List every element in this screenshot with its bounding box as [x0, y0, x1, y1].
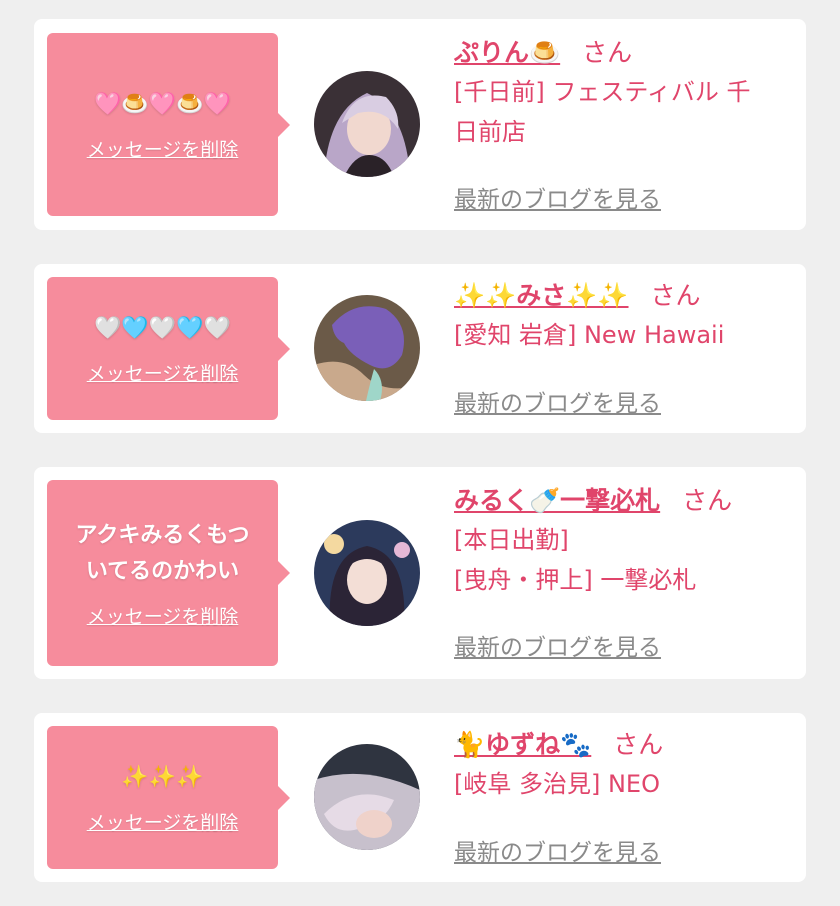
honorific: さん — [682, 486, 733, 515]
avatar[interactable] — [314, 520, 420, 626]
card-info: ぷりん🍮 さん [千日前] フェスティバル 千 日前店 — [454, 36, 790, 152]
girl-name-link[interactable]: ぷりん🍮 — [454, 38, 560, 67]
message-card: 🤍🩵🤍🩵🤍 メッセージを削除 ✨✨みさ✨✨ さん [愛知 岩倉] New Hawa… — [34, 264, 806, 433]
message-bubble: 🤍🩵🤍🩵🤍 メッセージを削除 — [47, 277, 290, 420]
message-bubble: アクキみるくもつ いてるのかわい メッセージを削除 — [47, 480, 290, 666]
girl-name-link[interactable]: みるく🍼一撃必札 — [454, 486, 660, 515]
shop-line: [本日出勤] — [454, 526, 569, 554]
avatar[interactable] — [314, 71, 420, 177]
message-line: いてるのかわい — [85, 558, 240, 584]
message-bubble: ✨✨✨ メッセージを削除 — [47, 726, 290, 869]
card-info: 🐈ゆずね🐾 さん [岐阜 多治見] NEO — [454, 728, 790, 804]
honorific: さん — [582, 38, 633, 67]
latest-blog-link[interactable]: 最新のブログを見る — [454, 384, 661, 418]
girl-name-link[interactable]: ✨✨みさ✨✨ — [454, 281, 629, 310]
honorific: さん — [613, 730, 664, 759]
card-info: みるく🍼一撃必札 さん [本日出勤] [曳舟・押上] 一撃必札 — [454, 484, 790, 600]
avatar[interactable] — [314, 744, 420, 850]
delete-message-link[interactable]: メッセージを削除 — [87, 359, 239, 386]
latest-blog-link[interactable]: 最新のブログを見る — [454, 833, 661, 867]
message-line: アクキみるくもつ — [75, 522, 250, 548]
latest-blog-link[interactable]: 最新のブログを見る — [454, 628, 661, 662]
shop-line: [千日前] フェスティバル 千 — [454, 78, 751, 106]
latest-blog-link[interactable]: 最新のブログを見る — [454, 180, 661, 214]
message-card: ✨✨✨ メッセージを削除 🐈ゆずね🐾 さん [岐阜 多治見] NEO 最新のブログ… — [34, 713, 806, 882]
delete-message-link[interactable]: メッセージを削除 — [87, 135, 239, 162]
delete-message-link[interactable]: メッセージを削除 — [87, 808, 239, 835]
message-text: アクキみるくもつ いてるのかわい — [75, 518, 249, 590]
message-text: ✨✨✨ — [121, 765, 204, 790]
shop-line: [曳舟・押上] 一撃必札 — [454, 566, 697, 594]
shop-name: [岐阜 多治見] NEO — [454, 764, 790, 804]
honorific: さん — [650, 281, 701, 310]
shop-name: [千日前] フェスティバル 千 日前店 — [454, 72, 790, 152]
shop-name: [本日出勤] [曳舟・押上] 一撃必札 — [454, 520, 790, 600]
shop-name: [愛知 岩倉] New Hawaii — [454, 315, 790, 355]
message-text: 🩷🍮🩷🍮🩷 — [94, 92, 231, 117]
avatar[interactable] — [314, 295, 420, 401]
shop-line: [岐阜 多治見] NEO — [454, 770, 660, 798]
message-text: 🤍🩵🤍🩵🤍 — [94, 316, 231, 341]
message-card: 🩷🍮🩷🍮🩷 メッセージを削除 ぷりん🍮 さん [千日前] フェスティバル 千 日前… — [34, 19, 806, 230]
girl-name-link[interactable]: 🐈ゆずね🐾 — [454, 730, 591, 759]
message-bubble: 🩷🍮🩷🍮🩷 メッセージを削除 — [47, 33, 290, 216]
shop-line: [愛知 岩倉] New Hawaii — [454, 321, 725, 349]
shop-line: 日前店 — [454, 118, 526, 146]
message-card: アクキみるくもつ いてるのかわい メッセージを削除 みるく🍼一撃必札 さん [本日… — [34, 467, 806, 679]
delete-message-link[interactable]: メッセージを削除 — [87, 602, 239, 629]
card-info: ✨✨みさ✨✨ さん [愛知 岩倉] New Hawaii — [454, 279, 790, 355]
